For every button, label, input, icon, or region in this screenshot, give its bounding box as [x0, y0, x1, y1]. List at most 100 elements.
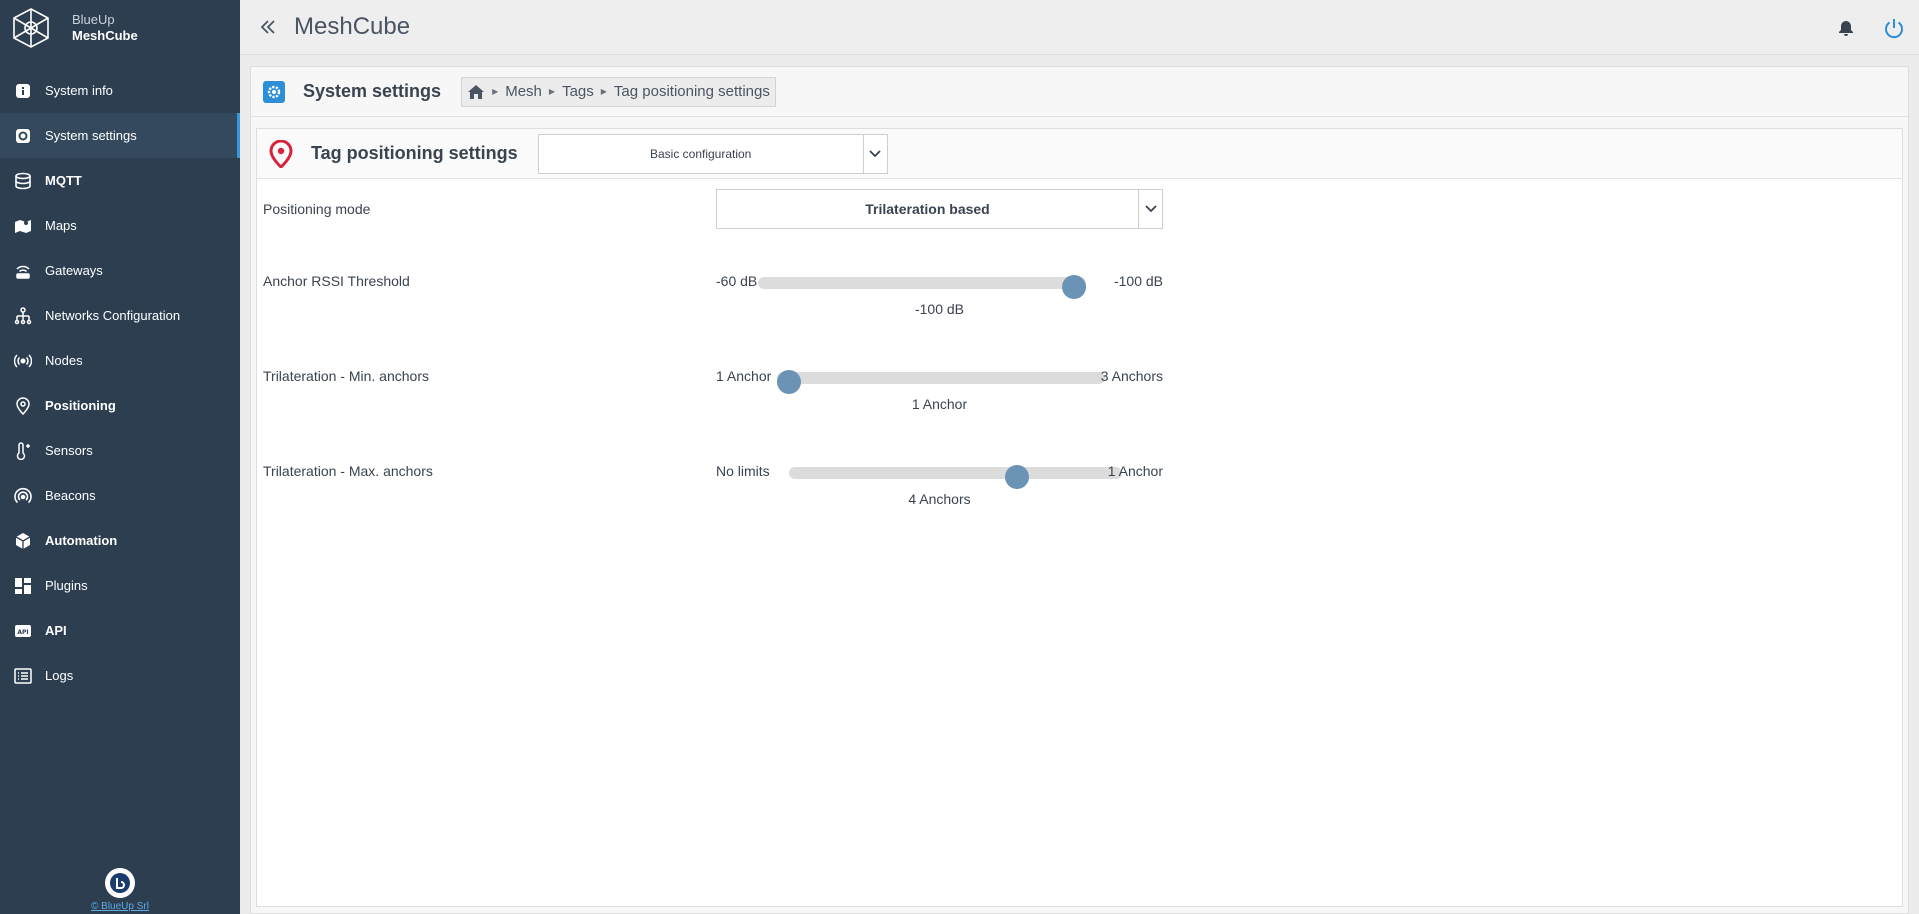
sidebar-item-label: Gateways	[45, 263, 103, 278]
rssi-threshold-row: Anchor RSSI Threshold -60 dB -100 dB -10…	[263, 273, 1163, 323]
sidebar-item-label: Logs	[45, 668, 74, 683]
min-anchors-label: Trilateration - Min. anchors	[263, 368, 429, 384]
collapse-sidebar-button[interactable]	[258, 17, 278, 37]
power-icon[interactable]	[1883, 17, 1905, 39]
sidebar-item-label: MQTT	[45, 173, 82, 188]
sidebar-item-gateways[interactable]: Gateways	[0, 248, 240, 293]
rssi-threshold-label: Anchor RSSI Threshold	[263, 273, 410, 289]
location-pin-icon	[14, 396, 32, 415]
positioning-mode-label: Positioning mode	[263, 201, 371, 217]
dashboard-icon	[14, 577, 32, 595]
breadcrumb-separator-icon: ▶	[492, 87, 499, 96]
sidebar-item-nodes[interactable]: Nodes	[0, 338, 240, 383]
brand-line2: MeshCube	[72, 28, 138, 43]
rssi-max-label: -100 dB	[1113, 273, 1163, 289]
positioning-mode-select[interactable]: Trilateration based	[716, 189, 1163, 229]
sidebar-item-system-settings[interactable]: System settings	[0, 113, 240, 158]
meshcube-logo-icon	[13, 8, 49, 48]
sidebar-item-label: Nodes	[45, 353, 83, 368]
sidebar-item-system-info[interactable]: System info	[0, 68, 240, 113]
configuration-select-value: Basic configuration	[649, 146, 752, 161]
breadcrumb: ▶ Mesh ▶ Tags ▶ Tag positioning settings	[461, 76, 776, 107]
info-icon	[14, 82, 32, 100]
breadcrumb-item[interactable]: Tags	[562, 83, 594, 100]
sidebar-item-positioning[interactable]: Positioning	[0, 383, 240, 428]
list-icon	[14, 667, 32, 685]
rssi-slider-track[interactable]	[758, 275, 1086, 299]
bell-icon[interactable]	[1837, 19, 1855, 37]
main-panel: System settings ▶ Mesh ▶ Tags ▶ Tag posi…	[250, 66, 1909, 914]
cube-icon	[14, 532, 32, 550]
settings-icon	[14, 127, 32, 145]
page-header: System settings ▶ Mesh ▶ Tags ▶ Tag posi…	[251, 67, 1908, 117]
sidebar-item-label: System settings	[45, 128, 137, 143]
brand-line1: BlueUp	[72, 12, 115, 27]
breadcrumb-separator-icon: ▶	[548, 87, 556, 96]
min-anchors-slider-thumb[interactable]	[777, 370, 801, 394]
max-anchors-max-label: 1 Anchor	[1107, 463, 1163, 479]
broadcast-icon	[14, 352, 32, 370]
sidebar-item-logs[interactable]: Logs	[0, 653, 240, 698]
sidebar-nav: System info System settings MQTT Maps Ga…	[0, 68, 240, 698]
rssi-slider-thumb[interactable]	[1062, 275, 1086, 299]
breadcrumb-separator-icon: ▶	[600, 87, 607, 96]
location-pin-icon	[269, 139, 293, 168]
min-anchors-slider-track[interactable]	[777, 370, 1105, 394]
max-anchors-label: Trilateration - Max. anchors	[263, 463, 433, 479]
chevron-down-icon[interactable]	[862, 134, 887, 173]
sidebar-item-plugins[interactable]: Plugins	[0, 563, 240, 608]
max-anchors-min-label: No limits	[716, 463, 770, 479]
sidebar-item-label: Networks Configuration	[45, 308, 181, 323]
max-anchors-slider-thumb[interactable]	[1005, 465, 1030, 489]
min-anchors-row: Trilateration - Min. anchors 1 Anchor 3 …	[263, 368, 1163, 418]
page-title: System settings	[303, 81, 442, 101]
breadcrumb-item-current: Tag positioning settings	[613, 83, 770, 100]
chevron-down-icon[interactable]	[1138, 190, 1162, 228]
breadcrumb-item[interactable]: Mesh	[505, 83, 542, 100]
sidebar-item-api[interactable]: API API	[0, 608, 240, 653]
sidebar-item-label: System info	[45, 83, 113, 98]
sidebar-item-label: Maps	[45, 218, 77, 233]
positioning-mode-value: Trilateration based	[865, 201, 990, 217]
thermometer-icon	[14, 441, 32, 460]
svg-text:API: API	[17, 629, 28, 636]
api-icon: API	[14, 622, 32, 640]
sidebar-item-beacons[interactable]: Beacons	[0, 473, 240, 518]
sidebar-item-label: API	[45, 623, 67, 638]
sidebar-item-maps[interactable]: Maps	[0, 203, 240, 248]
configuration-select[interactable]: Basic configuration	[537, 133, 888, 174]
max-anchors-current-value: 4 Anchors	[908, 491, 971, 507]
sidebar-item-mqtt[interactable]: MQTT	[0, 158, 240, 203]
double-chevron-left-icon	[260, 20, 275, 34]
settings-gear-icon	[263, 80, 285, 103]
app-title: MeshCube	[294, 13, 411, 40]
sidebar-item-label: Sensors	[45, 443, 93, 458]
blueup-logo-icon	[105, 868, 135, 898]
settings-card: Tag positioning settings Basic configura…	[256, 128, 1903, 907]
router-icon	[14, 262, 32, 280]
sidebar-item-label: Positioning	[45, 398, 116, 413]
sidebar-item-networks-configuration[interactable]: Networks Configuration	[0, 293, 240, 338]
card-title: Tag positioning settings	[311, 143, 518, 163]
sidebar-item-label: Beacons	[45, 488, 96, 503]
home-icon[interactable]	[467, 84, 485, 100]
sidebar-item-automation[interactable]: Automation	[0, 518, 240, 563]
network-icon	[14, 306, 32, 325]
sidebar-footer: © BlueUp Srl	[0, 868, 240, 912]
topbar: MeshCube	[240, 0, 1919, 55]
sidebar-item-label: Plugins	[45, 578, 88, 593]
positioning-mode-row: Positioning mode Trilateration based	[263, 189, 1163, 229]
min-anchors-min-label: 1 Anchor	[716, 368, 772, 384]
max-anchors-slider-track[interactable]	[789, 465, 1122, 489]
sidebar-item-sensors[interactable]: Sensors	[0, 428, 240, 473]
rssi-current-value: -100 dB	[914, 301, 965, 317]
sidebar: BlueUp MeshCube System info System setti…	[0, 0, 240, 914]
min-anchors-current-value: 1 Anchor	[911, 396, 968, 412]
rssi-min-label: -60 dB	[716, 273, 758, 289]
copyright-link[interactable]: © BlueUp Srl	[0, 901, 240, 912]
min-anchors-max-label: 3 Anchors	[1100, 368, 1163, 384]
card-header: Tag positioning settings Basic configura…	[257, 129, 1902, 179]
brand[interactable]: BlueUp MeshCube	[0, 0, 240, 56]
sidebar-item-label: Automation	[45, 533, 118, 548]
beacon-icon	[14, 487, 32, 505]
